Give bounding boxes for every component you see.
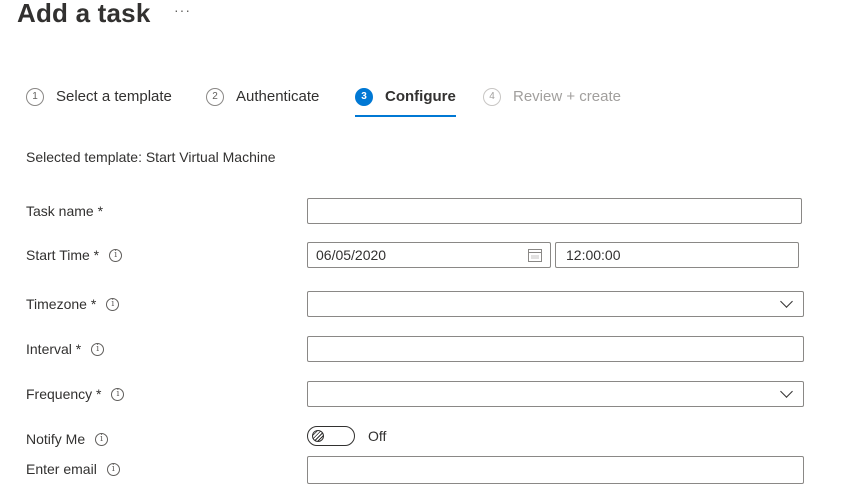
step-configure[interactable]: 3 Configure [355, 86, 456, 118]
interval-label: Interval * i [26, 339, 105, 359]
start-time-label-text: Start Time * [26, 247, 100, 263]
step-label: Review + create [513, 88, 621, 105]
start-date-picker[interactable]: 06/05/2020 [307, 242, 551, 268]
frequency-dropdown[interactable] [307, 381, 804, 407]
step-select-template[interactable]: 1 Select a template [26, 86, 178, 118]
timezone-dropdown[interactable] [307, 291, 804, 317]
task-name-label: Task name * [26, 201, 103, 221]
timezone-label-text: Timezone * [26, 296, 97, 312]
toggle-knob [312, 430, 324, 442]
notify-me-label-text: Notify Me [26, 431, 86, 447]
notify-me-label: Notify Me i [26, 429, 109, 449]
info-icon[interactable]: i [111, 387, 125, 401]
page-title: Add a task [17, 0, 151, 28]
email-label-text: Enter email [26, 461, 97, 477]
chevron-down-icon [780, 295, 793, 308]
step-label: Configure [385, 88, 456, 105]
notify-me-toggle[interactable] [307, 426, 355, 446]
frequency-label-text: Frequency * [26, 386, 102, 402]
step-number: 3 [355, 88, 373, 106]
step-review-create: 4 Review + create [483, 86, 625, 118]
info-icon[interactable]: i [106, 462, 120, 476]
chevron-down-icon [780, 385, 793, 398]
start-date-value: 06/05/2020 [316, 247, 387, 263]
info-icon[interactable]: i [106, 297, 120, 311]
step-number: 4 [483, 88, 501, 106]
start-time-label: Start Time * i [26, 245, 123, 265]
interval-label-text: Interval * [26, 341, 82, 357]
interval-input[interactable] [307, 336, 804, 362]
task-name-input[interactable] [307, 198, 802, 224]
info-icon[interactable]: i [95, 432, 109, 446]
more-options-button[interactable]: ··· [174, 2, 191, 18]
selected-template-text: Selected template: Start Virtual Machine [26, 149, 276, 165]
timezone-label: Timezone * i [26, 294, 120, 314]
step-authenticate[interactable]: 2 Authenticate [206, 86, 328, 118]
step-number: 2 [206, 88, 224, 106]
info-icon[interactable]: i [109, 248, 123, 262]
step-label: Authenticate [236, 88, 320, 105]
start-time-input[interactable]: 12:00:00 [555, 242, 799, 268]
email-input[interactable] [307, 456, 804, 484]
info-icon[interactable]: i [91, 342, 105, 356]
email-label: Enter email i [26, 459, 120, 479]
notify-me-state: Off [368, 428, 387, 444]
start-time-value: 12:00:00 [566, 247, 621, 263]
step-number: 1 [26, 88, 44, 106]
calendar-icon[interactable] [528, 249, 542, 262]
step-label: Select a template [56, 88, 172, 105]
frequency-label: Frequency * i [26, 384, 125, 404]
task-name-label-text: Task name * [26, 203, 104, 219]
